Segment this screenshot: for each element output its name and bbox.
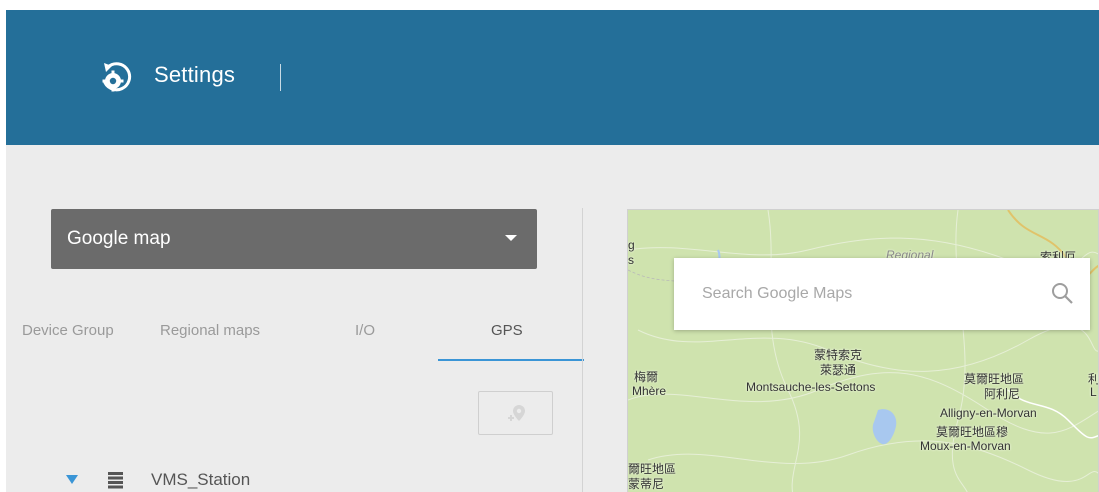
add-location-button[interactable]	[478, 391, 553, 435]
caret-down-icon	[505, 235, 517, 241]
settings-window: Settings Google map Device Group Regiona…	[6, 10, 1099, 492]
map-label: g	[628, 238, 635, 252]
map-label: 蒙蒂尼	[628, 477, 665, 491]
source-tabs: Device Group Regional maps I/O GPS	[6, 306, 584, 364]
map-label: 阿利尼	[984, 387, 1021, 401]
map-type-select[interactable]: Google map	[51, 209, 537, 269]
tab-regional-maps[interactable]: Regional maps	[160, 322, 260, 339]
search-icon[interactable]	[1050, 281, 1074, 305]
map-search-box	[674, 258, 1090, 330]
tree-item-label: VMS_Station	[151, 470, 251, 489]
tab-gps[interactable]: GPS	[491, 322, 523, 339]
map-search-input[interactable]	[674, 258, 1090, 330]
map-label: 梅爾	[634, 370, 659, 384]
tab-device-group[interactable]: Device Group	[22, 322, 114, 339]
map-label: 萊瑟通	[820, 363, 857, 377]
server-icon	[108, 472, 123, 489]
active-tab-indicator	[438, 359, 584, 361]
settings-gear-icon	[102, 62, 132, 92]
app-header: Settings	[6, 10, 1099, 145]
map-label: 莫爾旺地區穆	[936, 425, 1009, 439]
map-type-select-value: Google map	[67, 228, 171, 249]
map-label: Mhère	[632, 384, 667, 398]
map-label: Alligny-en-Morvan	[940, 406, 1037, 420]
map-label: Montsauche-les-Settons	[746, 380, 876, 394]
map-pin-add-icon	[508, 405, 525, 421]
tab-io[interactable]: I/O	[355, 322, 375, 339]
expand-toggle-icon[interactable]	[66, 475, 78, 484]
google-map[interactable]: g s Regional 索利厄 蒙特索克 萊瑟通 Montsauche-les…	[627, 209, 1099, 492]
map-background	[628, 210, 1098, 492]
map-label: Moux-en-Morvan	[920, 439, 1011, 453]
panel-divider	[582, 208, 583, 492]
map-label: L	[1090, 385, 1097, 399]
map-label: s	[628, 253, 634, 267]
header-divider	[280, 64, 281, 91]
page-title: Settings	[154, 62, 236, 87]
